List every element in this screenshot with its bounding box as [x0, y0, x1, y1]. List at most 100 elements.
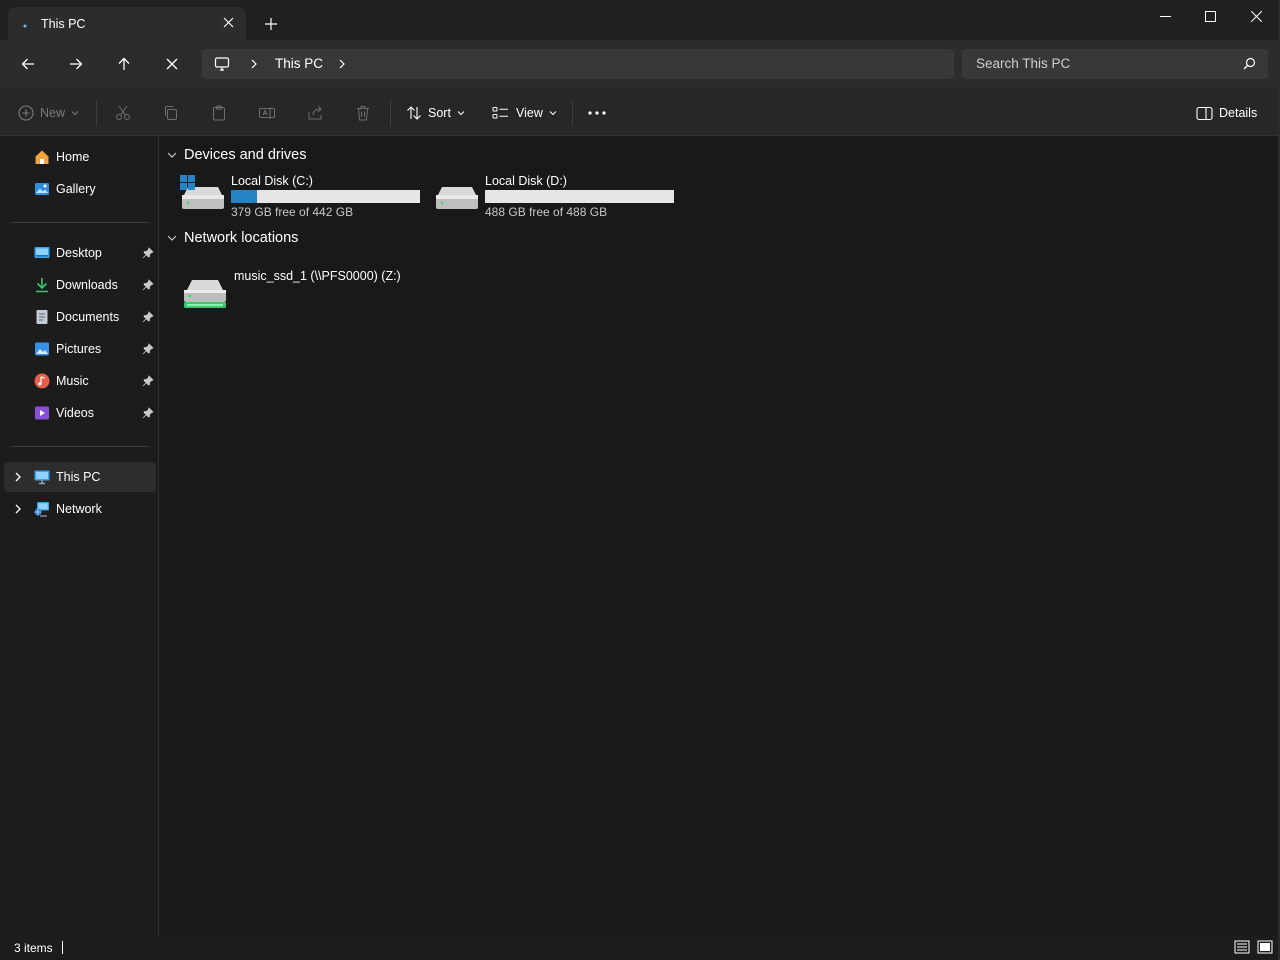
- search-icon[interactable]: [1243, 57, 1256, 73]
- pin-icon[interactable]: [142, 375, 154, 387]
- details-button[interactable]: Details: [1196, 102, 1257, 124]
- system-drive-icon: [180, 175, 224, 214]
- view-icon: [492, 107, 508, 119]
- group-title: Network locations: [184, 230, 299, 246]
- tiles-view-toggle-icon[interactable]: [1257, 939, 1273, 955]
- details-pane-icon: [1196, 106, 1213, 120]
- tab-pc-icon: [23, 17, 27, 28]
- search-input[interactable]: Search This PC: [976, 56, 1070, 71]
- music-icon: [34, 373, 50, 389]
- copy-icon: [165, 106, 177, 120]
- videos-icon: [34, 405, 50, 421]
- rename-button[interactable]: [258, 102, 276, 124]
- tab-close-icon[interactable]: [218, 12, 238, 32]
- sidebar-item-pictures[interactable]: Pictures: [4, 334, 156, 364]
- forward-button[interactable]: [60, 50, 92, 78]
- pc-icon: [214, 56, 230, 75]
- back-button[interactable]: [12, 50, 44, 78]
- drive-usage-bar: [231, 190, 420, 203]
- chevron-down-icon: [71, 111, 79, 116]
- chevron-down-icon: [457, 111, 465, 116]
- drive-name: Local Disk (C:): [231, 174, 313, 188]
- sidebar-item-documents[interactable]: Documents: [4, 302, 156, 332]
- maximize-button[interactable]: [1187, 0, 1233, 32]
- group-header-devices[interactable]: Devices and drives: [166, 145, 307, 165]
- chevron-right-icon[interactable]: [12, 503, 24, 515]
- paste-button[interactable]: [210, 102, 228, 124]
- pin-icon[interactable]: [142, 247, 154, 259]
- copy-button[interactable]: [162, 102, 180, 124]
- chevron-right-icon[interactable]: [336, 57, 348, 74]
- sidebar-item-home[interactable]: Home: [4, 142, 156, 172]
- sidebar-item-network[interactable]: Network: [4, 494, 156, 524]
- sidebar-item-gallery[interactable]: Gallery: [4, 174, 156, 204]
- network-drive-item[interactable]: music_ssd_1 (\\PFS0000) (Z:): [182, 268, 442, 318]
- sidebar-item-desktop[interactable]: Desktop: [4, 238, 156, 268]
- sidebar-item-label: Music: [56, 374, 89, 388]
- document-icon: [34, 309, 50, 325]
- sidebar-item-downloads[interactable]: Downloads: [4, 270, 156, 300]
- view-label: View: [516, 106, 543, 120]
- drive-usage-fill: [231, 190, 258, 203]
- gallery-icon: [34, 181, 50, 197]
- details-view-toggle-icon[interactable]: [1234, 939, 1250, 955]
- breadcrumb-this-pc[interactable]: This PC: [275, 56, 323, 71]
- item-count: 3 items: [14, 941, 53, 955]
- tab-this-pc[interactable]: This PC: [8, 7, 246, 40]
- pin-icon[interactable]: [142, 343, 154, 355]
- drive-usage-bar: [485, 190, 674, 203]
- sidebar-item-videos[interactable]: Videos: [4, 398, 156, 428]
- arrow-right-icon: [70, 58, 83, 70]
- sort-button[interactable]: Sort: [406, 102, 465, 124]
- view-button[interactable]: View: [492, 102, 557, 124]
- sort-icon: [407, 106, 421, 120]
- new-tab-button[interactable]: [260, 13, 282, 35]
- group-header-network[interactable]: Network locations: [166, 228, 298, 248]
- download-icon: [34, 277, 50, 293]
- group-title: Devices and drives: [184, 147, 307, 163]
- chevron-down-icon: [167, 152, 177, 158]
- pin-icon[interactable]: [142, 279, 154, 291]
- close-window-button[interactable]: [1233, 0, 1279, 32]
- address-bar[interactable]: This PC: [202, 49, 954, 79]
- share-button[interactable]: [306, 102, 324, 124]
- drive-icon: [434, 175, 478, 214]
- sidebar-item-label: Downloads: [56, 278, 118, 292]
- network-drive-name: music_ssd_1 (\\PFS0000) (Z:): [234, 269, 401, 283]
- arrow-left-icon: [21, 58, 34, 70]
- navigation-bar: This PC Search This PC: [0, 40, 1280, 88]
- chevron-right-icon[interactable]: [248, 57, 260, 74]
- up-button[interactable]: [108, 50, 140, 78]
- sort-label: Sort: [428, 106, 451, 120]
- chevron-down-icon: [549, 111, 557, 116]
- cut-button[interactable]: [114, 102, 132, 124]
- new-label: New: [40, 106, 66, 120]
- sidebar-item-label: Documents: [56, 310, 120, 324]
- tab-title: This PC: [41, 17, 86, 31]
- arrow-up-icon: [118, 57, 130, 70]
- search-box[interactable]: Search This PC: [962, 49, 1268, 79]
- paste-icon: [213, 105, 225, 121]
- stop-button[interactable]: [156, 50, 188, 78]
- status-divider: [62, 941, 63, 954]
- drive-item-d[interactable]: Local Disk (D:) 488 GB free of 488 GB: [434, 173, 684, 223]
- sidebar-item-label: Desktop: [56, 246, 102, 260]
- pin-icon[interactable]: [142, 407, 154, 419]
- drive-item-c[interactable]: Local Disk (C:) 379 GB free of 442 GB: [180, 173, 430, 223]
- new-button[interactable]: New: [18, 102, 79, 124]
- sidebar-item-this-pc[interactable]: This PC: [4, 462, 156, 492]
- details-label: Details: [1219, 106, 1258, 120]
- home-icon: [34, 149, 50, 165]
- minimize-button[interactable]: [1142, 0, 1188, 32]
- delete-icon: [357, 106, 369, 121]
- sidebar-item-label: Videos: [56, 406, 94, 420]
- sidebar-item-music[interactable]: Music: [4, 366, 156, 396]
- network-icon: [34, 501, 50, 517]
- command-bar: New Sort View Details: [0, 88, 1280, 136]
- chevron-right-icon[interactable]: [12, 471, 24, 483]
- delete-button[interactable]: [354, 102, 372, 124]
- pin-icon[interactable]: [142, 311, 154, 323]
- plus-circle-icon: [18, 105, 34, 121]
- navigation-pane: Home Gallery Desktop Downloads Documents: [0, 136, 159, 936]
- more-options-button[interactable]: [587, 102, 607, 124]
